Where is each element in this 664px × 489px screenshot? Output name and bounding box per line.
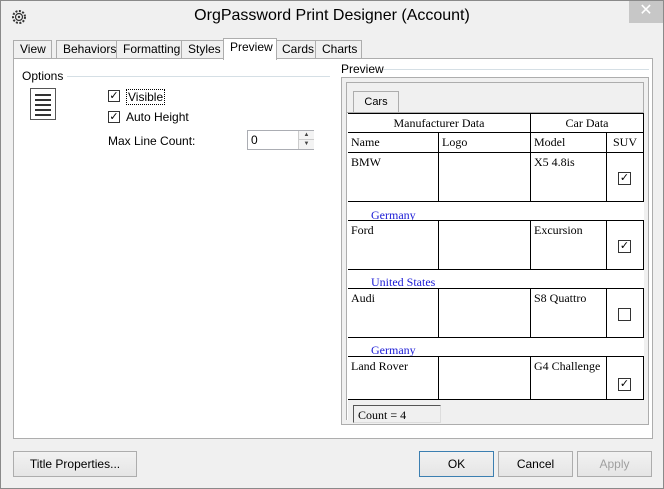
cell-logo <box>438 356 531 400</box>
tab-formatting[interactable]: Formatting <box>116 40 182 59</box>
text-field-icon <box>30 88 56 120</box>
options-divider <box>67 76 330 77</box>
cell-suv <box>606 288 644 338</box>
visible-check-box[interactable]: ✓ <box>108 90 120 102</box>
cell-name: Land Rover <box>348 356 439 400</box>
max-line-count-value[interactable]: 0 <box>251 133 258 147</box>
title-properties-button[interactable]: Title Properties... <box>13 451 137 477</box>
cell-model: G4 Challenge <box>530 356 607 400</box>
cell-suv: ✓ <box>606 220 644 270</box>
options-group-label: Options <box>22 69 64 83</box>
cell-model: X5 4.8is <box>530 152 607 202</box>
suv-unchecked-icon <box>618 308 631 321</box>
preview-frame: Cars Manufacturer Data Car Data Name Log… <box>341 77 649 425</box>
spin-up-arrow-icon[interactable]: ▲ <box>299 131 314 140</box>
cell-name: BMW <box>348 152 439 202</box>
preview-area: Cars Manufacturer Data Car Data Name Log… <box>346 82 644 423</box>
preview-group-label: Preview <box>341 62 384 76</box>
cancel-button[interactable]: Cancel <box>498 451 573 477</box>
col-header-logo: Logo <box>438 132 531 153</box>
visible-label[interactable]: Visible <box>126 89 166 105</box>
cell-name: Audi <box>348 288 439 338</box>
cell-logo <box>438 220 531 270</box>
cell-suv: ✓ <box>606 356 644 400</box>
auto-height-check-box[interactable]: ✓ <box>108 111 120 123</box>
ok-button[interactable]: OK <box>419 451 494 477</box>
tab-preview[interactable]: Preview <box>223 38 277 60</box>
tab-charts[interactable]: Charts <box>315 40 362 59</box>
tab-styles[interactable]: Styles <box>181 40 225 59</box>
col-header-name: Name <box>348 132 439 153</box>
spin-down-arrow-icon[interactable]: ▼ <box>299 140 314 149</box>
dialog-window: OrgPassword Print Designer (Account) ✕ V… <box>0 0 664 489</box>
suv-checked-icon: ✓ <box>618 240 631 253</box>
cell-model: S8 Quattro <box>530 288 607 338</box>
tab-cards[interactable]: Cards <box>275 40 317 59</box>
tab-view[interactable]: View <box>13 40 52 59</box>
tab-behaviors[interactable]: Behaviors <box>56 40 117 59</box>
cell-logo <box>438 152 531 202</box>
suv-checked-icon: ✓ <box>618 172 631 185</box>
col-header-model: Model <box>530 132 607 153</box>
sheet-tab-cars[interactable]: Cars <box>353 91 399 113</box>
auto-height-label[interactable]: Auto Height <box>126 110 189 124</box>
cell-suv: ✓ <box>606 152 644 202</box>
close-button[interactable]: ✕ <box>629 1 663 23</box>
preview-sheet: Manufacturer Data Car Data Name Logo Mod… <box>347 112 644 423</box>
window-title: OrgPassword Print Designer (Account) <box>194 7 470 24</box>
record-count: Count = 4 <box>353 405 441 423</box>
max-line-count-stepper[interactable]: 0 ▲ ▼ <box>247 130 314 150</box>
preview-divider <box>383 69 649 70</box>
band-header-car: Car Data <box>530 113 644 133</box>
cell-model: Excursion <box>530 220 607 270</box>
cell-name: Ford <box>348 220 439 270</box>
apply-button[interactable]: Apply <box>577 451 652 477</box>
band-header-manufacturer: Manufacturer Data <box>348 113 531 133</box>
col-header-suv: SUV <box>606 132 644 153</box>
suv-checked-icon: ✓ <box>618 378 631 391</box>
max-line-count-label: Max Line Count: <box>108 134 196 148</box>
title-bar: OrgPassword Print Designer (Account) ✕ <box>1 1 663 35</box>
cell-logo <box>438 288 531 338</box>
